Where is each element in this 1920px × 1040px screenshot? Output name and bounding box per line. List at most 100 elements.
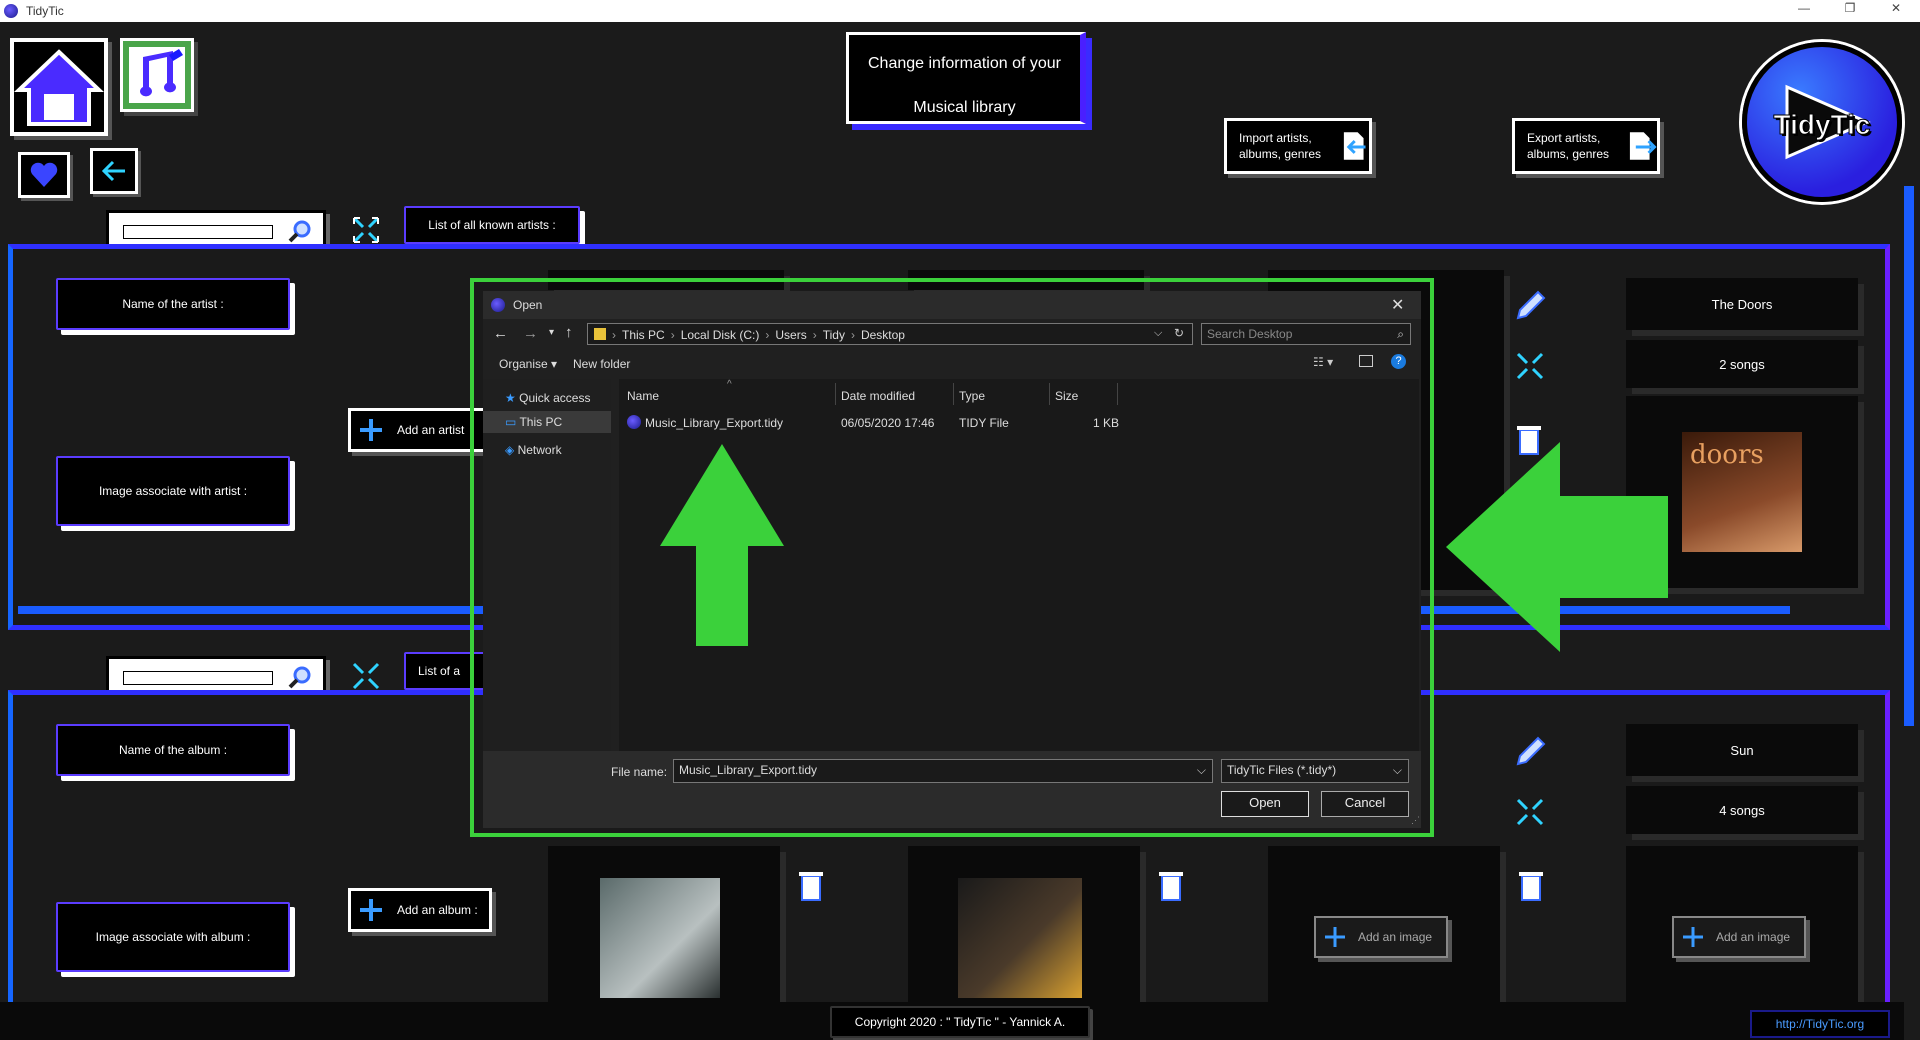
address-dropdown-icon[interactable]: ⌵	[1154, 327, 1162, 340]
nav-network[interactable]: ◈ Network	[505, 443, 562, 457]
up-icon[interactable]: ↑	[565, 324, 573, 341]
dialog-app-icon	[491, 298, 505, 312]
column-date-modified[interactable]: Date modified	[841, 389, 915, 403]
breadcrumb-item[interactable]: Local Disk (C:)	[681, 328, 760, 342]
add-album-button[interactable]: Add an album :	[348, 888, 492, 932]
file-type-filter[interactable]: TidyTic Files (*.tidy*) ⌵	[1221, 759, 1409, 783]
tidytic-logo: TidyTic	[1742, 42, 1902, 202]
plus-icon	[360, 419, 382, 441]
artist-card-songs: 2 songs	[1626, 340, 1858, 388]
logo-text: TidyTic	[1773, 109, 1871, 141]
artist-card-image: doors	[1682, 432, 1802, 552]
open-button[interactable]: Open	[1221, 791, 1309, 817]
folder-icon	[594, 328, 606, 340]
album-name-label: Name of the album :	[56, 724, 290, 776]
back-button[interactable]	[90, 148, 138, 194]
organise-menu[interactable]: Organise ▾	[499, 357, 557, 371]
album-search-input[interactable]	[123, 671, 273, 685]
recent-locations-icon[interactable]: ▾	[549, 327, 554, 338]
page-title: Change information of your Musical libra…	[846, 32, 1086, 124]
nav-quick-access-label: Quick access	[519, 391, 591, 405]
album-3-delete-icon[interactable]	[1516, 868, 1546, 902]
annotation-arrow-up-icon	[660, 444, 784, 646]
page-title-line2: Musical library	[913, 99, 1016, 116]
nav-this-pc-label: This PC	[519, 415, 563, 429]
album-card-shuffle-icon[interactable]	[1514, 796, 1546, 828]
help-icon[interactable]: ?	[1391, 354, 1406, 369]
album-1-delete-icon[interactable]	[796, 868, 826, 902]
view-options-icon[interactable]: ☷ ▾	[1313, 355, 1333, 369]
import-button[interactable]: Import artists, albums, genres	[1224, 118, 1372, 174]
column-name[interactable]: Name	[627, 389, 659, 403]
nav-network-label: Network	[517, 443, 562, 457]
nav-quick-access[interactable]: ★ Quick access	[505, 391, 590, 405]
copyright: Copyright 2020 : " TidyTic " - Yannick A…	[830, 1006, 1090, 1038]
forward-icon[interactable]: →	[523, 325, 538, 342]
minimize-button[interactable]: —	[1786, 1, 1822, 21]
navigation-pane: ★ Quick access ▭ This PC ◈ Network	[483, 379, 611, 751]
artist-name-label: Name of the artist :	[56, 278, 290, 330]
file-name-label: File name:	[611, 765, 668, 779]
new-folder-button[interactable]: New folder	[573, 357, 630, 371]
album-2-delete-icon[interactable]	[1156, 868, 1186, 902]
main-scrollbar[interactable]	[1904, 186, 1914, 726]
column-size[interactable]: Size	[1055, 389, 1078, 403]
page-title-line1: Change information of your	[868, 55, 1061, 72]
file-name-input[interactable]: Music_Library_Export.tidy ⌵	[673, 759, 1213, 783]
refresh-icon[interactable]: ↻	[1174, 326, 1184, 340]
home-button[interactable]	[10, 38, 108, 136]
favorites-button[interactable]	[18, 152, 70, 198]
album-3-add-image-button[interactable]: Add an image	[1314, 916, 1448, 958]
search-icon[interactable]	[287, 219, 313, 245]
album-card-songs: 4 songs	[1626, 786, 1858, 834]
artist-search-input[interactable]	[123, 225, 273, 239]
import-label: Import artists, albums, genres	[1239, 131, 1322, 161]
breadcrumb-item[interactable]: Users	[775, 328, 806, 342]
sort-ascending-icon: ^	[727, 379, 732, 390]
search-icon[interactable]	[287, 665, 313, 691]
resize-grip-icon[interactable]: ⋰	[1411, 815, 1420, 826]
artist-shuffle-icon[interactable]	[350, 214, 382, 246]
album-3-add-image-label: Add an image	[1358, 930, 1433, 944]
close-window-button[interactable]: ✕	[1878, 1, 1914, 21]
tidy-file-icon	[627, 415, 641, 429]
file-name: Music_Library_Export.tidy	[645, 416, 784, 430]
artist-edit-icon[interactable]	[1512, 288, 1548, 324]
music-note-icon	[129, 47, 185, 103]
album-4-add-image-button[interactable]: Add an image	[1672, 916, 1806, 958]
address-bar[interactable]: › This PC › Local Disk (C:) › Users › Tidy ›…	[587, 323, 1193, 345]
cancel-button[interactable]: Cancel	[1321, 791, 1409, 817]
album-card-2	[908, 846, 1140, 1020]
dialog-footer: File name: Music_Library_Export.tidy ⌵ T…	[483, 751, 1421, 828]
breadcrumb-item[interactable]: Tidy	[823, 328, 845, 342]
nav-this-pc[interactable]: ▭ This PC	[483, 411, 611, 433]
window-title: TidyTic	[26, 4, 64, 18]
dialog-close-icon[interactable]: ✕	[1391, 295, 1404, 315]
home-icon	[13, 49, 105, 126]
export-file-icon	[1629, 132, 1657, 160]
album-edit-icon[interactable]	[1512, 734, 1548, 770]
file-row[interactable]: Music_Library_Export.tidy 06/05/2020 17:…	[623, 411, 1183, 433]
breadcrumb-item[interactable]: Desktop	[861, 328, 905, 342]
file-date: 06/05/2020 17:46	[841, 416, 935, 430]
back-icon[interactable]: ←	[493, 325, 508, 342]
file-name-dropdown-icon[interactable]: ⌵	[1197, 763, 1206, 778]
export-button[interactable]: Export artists, albums, genres	[1512, 118, 1660, 174]
dialog-search-icon: ⌕	[1397, 327, 1404, 341]
breadcrumb-item[interactable]: This PC	[622, 328, 665, 342]
export-label: Export artists, albums, genres	[1527, 131, 1610, 161]
album-shuffle-icon[interactable]	[350, 660, 382, 692]
dialog-search-input[interactable]: Search Desktop ⌕	[1201, 323, 1411, 345]
artist-image-label: Image associate with artist :	[56, 456, 290, 526]
album-card-2-image	[958, 878, 1082, 998]
restore-button[interactable]: ❐	[1832, 1, 1868, 21]
artist-card-shuffle-icon[interactable]	[1514, 350, 1546, 382]
add-album-label: Add an album :	[397, 903, 478, 917]
plus-icon	[1325, 927, 1345, 947]
website-link[interactable]: http://TidyTic.org	[1750, 1010, 1890, 1038]
column-type[interactable]: Type	[959, 389, 985, 403]
music-edit-button[interactable]	[120, 38, 194, 112]
preview-pane-icon[interactable]	[1359, 355, 1373, 367]
artists-list-tab[interactable]: List of all known artists :	[404, 206, 580, 244]
window-titlebar: TidyTic — ❐ ✕	[0, 0, 1920, 22]
